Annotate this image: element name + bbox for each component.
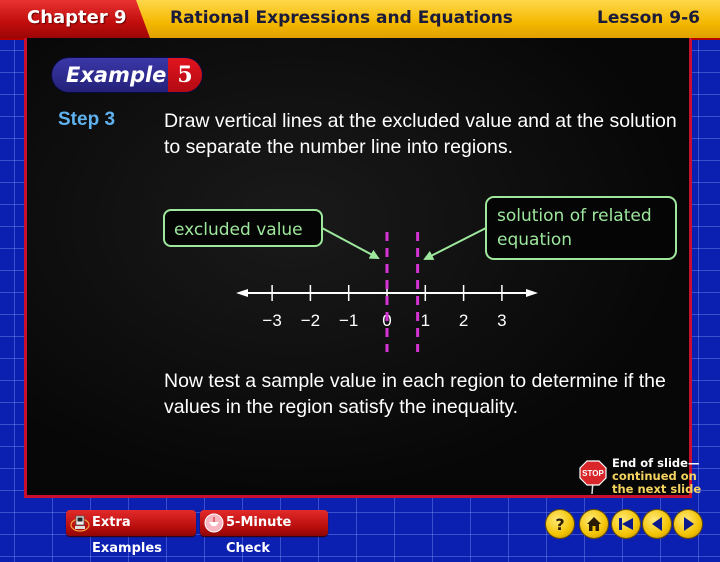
end-of-slide-notice: End of slide— continued on the next slid… [612,457,701,496]
tick-label: −1 [339,311,358,330]
tick-label: 3 [497,311,506,330]
computer-icon [70,515,90,532]
excluded-arrow [321,227,380,259]
clock-icon [204,513,224,533]
tick-label: −2 [301,311,320,330]
solution-arrow [423,227,487,260]
followup-text: Now test a sample value in each region t… [164,370,666,418]
tick-label: 2 [459,311,468,330]
svg-text:?: ? [555,515,564,534]
callout-solution-text-1: solution of related [497,206,652,226]
tick-label: −3 [262,311,281,330]
help-button[interactable]: ? [546,510,574,538]
previous-icon [652,517,662,531]
callout-excluded-text: excluded value [174,220,303,240]
five-minute-check-button[interactable]: 5-Minute Check [200,510,328,556]
callout-solution-text-2: equation [497,230,572,250]
extra-examples-button[interactable]: Extra Examples [66,510,196,556]
extra-examples-label: Extra Examples [92,515,162,556]
end-slide-line3: the next slide [612,482,702,496]
home-icon [587,517,601,531]
left-arrowhead [236,289,248,297]
right-arrowhead [526,289,538,297]
next-icon [684,517,694,531]
home-button[interactable] [580,510,608,538]
first-slide-button[interactable] [612,510,640,538]
question-icon: ? [555,515,564,534]
stop-sign-icon: STOP [579,460,607,495]
five-minute-check-label: 5-Minute Check [226,515,292,556]
stop-text: STOP [582,469,604,478]
previous-slide-button[interactable] [643,510,671,538]
rewind-icon [619,518,633,530]
next-slide-button[interactable] [674,510,702,538]
tick-label: 1 [421,311,430,330]
